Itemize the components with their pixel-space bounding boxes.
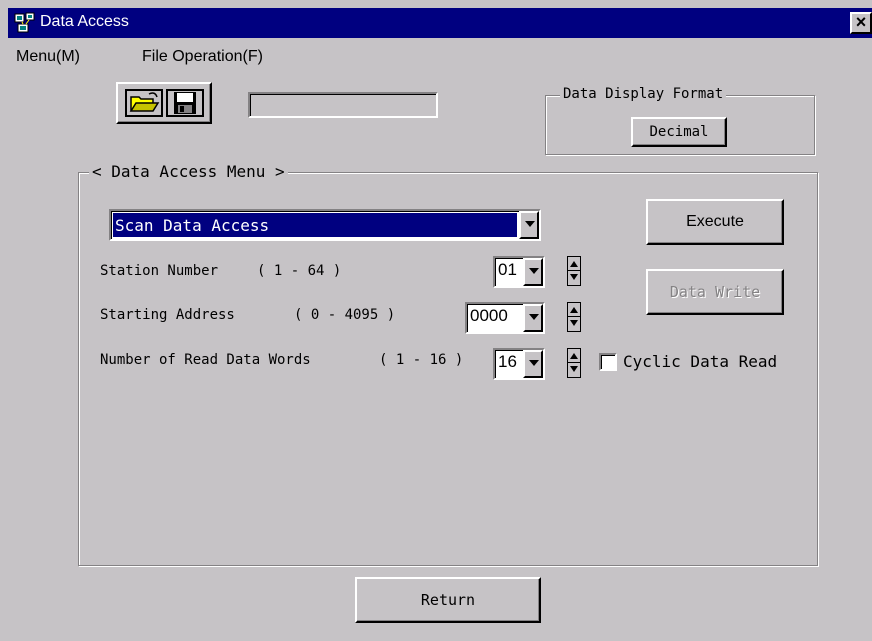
data-display-format-label: Data Display Format <box>560 86 727 102</box>
chevron-down-icon[interactable] <box>523 258 543 286</box>
spin-up-icon[interactable] <box>568 257 580 271</box>
access-type-selection: Scan Data Access <box>113 213 517 237</box>
cyclic-data-read-label[interactable]: Cyclic Data Read <box>623 352 777 371</box>
starting-address-label: Starting Address <box>100 307 235 323</box>
data-write-button[interactable]: Data Write <box>646 269 784 315</box>
access-type-dropdown[interactable]: Scan Data Access <box>109 209 541 241</box>
toolbar-button-group <box>116 82 212 124</box>
spin-down-icon[interactable] <box>568 317 580 331</box>
read-words-label: Number of Read Data Words <box>100 352 311 368</box>
window-title: Data Access <box>40 13 129 30</box>
starting-address-value: 0000 <box>470 306 508 325</box>
spin-up-icon[interactable] <box>568 303 580 317</box>
spin-down-icon[interactable] <box>568 271 580 285</box>
title-bar[interactable]: Data Access × <box>8 8 872 38</box>
chevron-down-icon[interactable] <box>519 211 539 239</box>
station-number-value: 01 <box>498 260 517 279</box>
data-display-format-group: Data Display Format Decimal <box>545 86 815 155</box>
chevron-down-icon[interactable] <box>523 304 543 332</box>
execute-button[interactable]: Execute <box>646 199 784 245</box>
station-number-select[interactable]: 01 <box>493 256 545 288</box>
station-number-range: ( 1 - 64 ) <box>257 263 342 279</box>
decimal-format-button[interactable]: Decimal <box>631 117 727 147</box>
save-disk-icon[interactable] <box>166 89 204 117</box>
starting-address-range: ( 0 - 4095 ) <box>294 307 396 323</box>
data-access-menu-group: < Data Access Menu > Scan Data Access St… <box>78 162 818 566</box>
starting-address-select[interactable]: 0000 <box>465 302 545 334</box>
network-app-icon <box>14 12 35 33</box>
file-status-field <box>248 92 438 118</box>
chevron-down-icon[interactable] <box>523 350 543 378</box>
return-button[interactable]: Return <box>355 577 541 623</box>
data-access-menu-label: < Data Access Menu > <box>89 162 288 181</box>
menu-item-menu[interactable]: Menu(M) <box>16 48 80 66</box>
station-number-label: Station Number <box>100 263 219 279</box>
read-words-value: 16 <box>498 352 517 371</box>
cyclic-data-read-checkbox[interactable] <box>599 353 617 371</box>
station-number-spinner[interactable] <box>567 256 581 286</box>
menu-item-file-operation[interactable]: File Operation(F) <box>142 48 263 66</box>
data-access-window: Data Access × Menu(M) File Operation(F) … <box>0 0 872 641</box>
access-type-value: Scan Data Access <box>115 216 270 235</box>
open-folder-icon[interactable] <box>125 89 163 117</box>
spin-up-icon[interactable] <box>568 349 580 363</box>
read-words-range: ( 1 - 16 ) <box>379 352 464 368</box>
read-words-select[interactable]: 16 <box>493 348 545 380</box>
spin-down-icon[interactable] <box>568 363 580 377</box>
close-button[interactable]: × <box>850 12 872 34</box>
read-words-spinner[interactable] <box>567 348 581 378</box>
starting-address-spinner[interactable] <box>567 302 581 332</box>
